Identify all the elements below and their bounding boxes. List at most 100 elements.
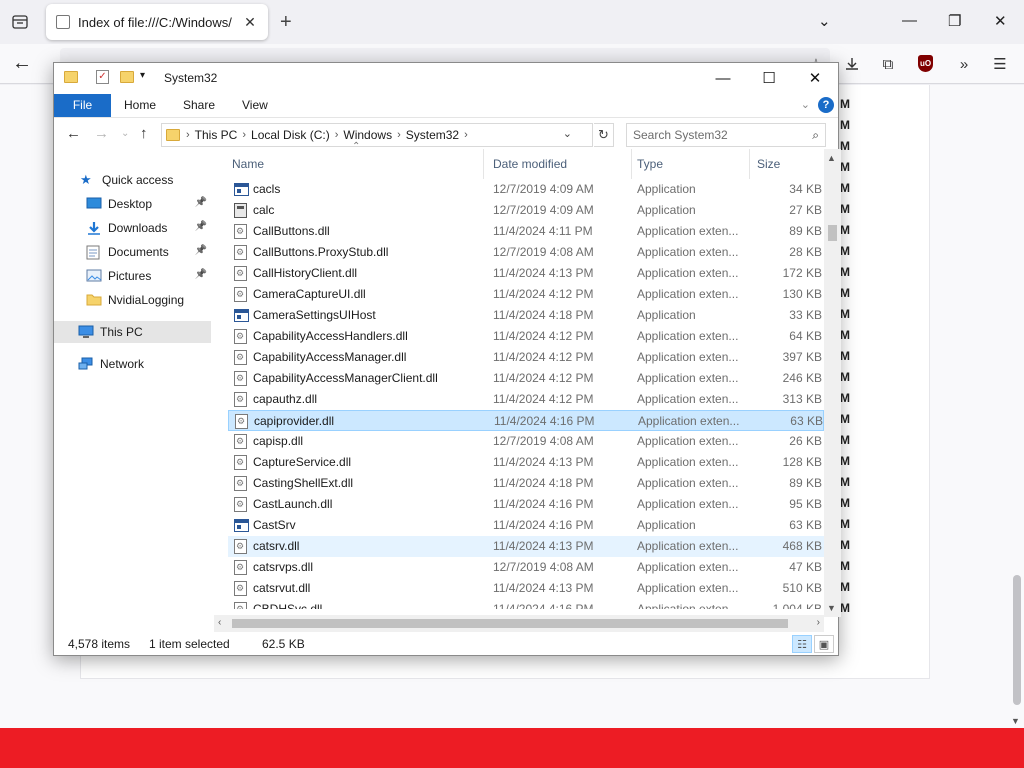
desktop-icon — [86, 197, 102, 211]
file-row[interactable]: CastLaunch.dll 11/4/2024 4:16 PM Applicati… — [228, 494, 824, 515]
list-all-tabs-button[interactable]: ⌄ — [818, 12, 831, 30]
file-row[interactable]: CapabilityAccessManagerClient.dll 11/4/20… — [228, 368, 824, 389]
large-icons-view-button[interactable]: ▣ — [814, 635, 834, 653]
file-date-modified: 11/4/2024 4:18 PM — [493, 308, 594, 322]
file-row[interactable]: CastSrv 11/4/2024 4:16 PM Application 63 KB — [228, 515, 824, 536]
scroll-right-arrow-icon[interactable]: › — [817, 617, 820, 628]
page-scrollbar-thumb[interactable] — [1013, 575, 1021, 705]
file-row[interactable]: catsrvut.dll 11/4/2024 4:13 PM Application… — [228, 578, 824, 599]
file-row[interactable]: CaptureService.dll 11/4/2024 4:13 PM Appli… — [228, 452, 824, 473]
file-row[interactable]: catsrv.dll 11/4/2024 4:13 PM Application e… — [228, 536, 824, 557]
file-date-modified: 11/4/2024 4:16 PM — [493, 497, 594, 511]
breadcrumb-this-pc[interactable]: This PC — [195, 128, 238, 142]
expand-ribbon-chevron-icon[interactable]: ⌄ — [801, 98, 810, 111]
up-button[interactable]: ↑ — [140, 125, 148, 142]
tab-share[interactable]: Share — [183, 94, 215, 117]
new-tab-button[interactable]: + — [280, 12, 292, 32]
column-type[interactable]: Type — [633, 149, 750, 179]
file-row[interactable]: capauthz.dll 11/4/2024 4:12 PM Application… — [228, 389, 824, 410]
column-date-modified[interactable]: Date modified — [489, 149, 632, 179]
tab-close-button[interactable]: ✕ — [242, 14, 258, 31]
vertical-scrollbar[interactable]: ▲ ▼ — [824, 149, 841, 617]
file-row[interactable]: catsrvps.dll 12/7/2019 4:08 AM Application… — [228, 557, 824, 578]
pin-icon[interactable]: 📌 — [195, 245, 207, 256]
forward-button[interactable]: → — [94, 125, 109, 142]
file-row[interactable]: CameraSettingsUIHost 11/4/2024 4:18 PM App… — [228, 305, 824, 326]
file-row[interactable]: CBDHSvc.dll 11/4/2024 4:16 PM Application … — [228, 599, 824, 609]
file-name: CaptureService.dll — [253, 455, 352, 469]
address-history-dropdown-icon[interactable]: ⌄ — [563, 127, 572, 140]
file-row[interactable]: CallButtons.dll 11/4/2024 4:11 PM Applicat… — [228, 221, 824, 242]
browser-close-button[interactable]: ✕ — [994, 12, 1007, 30]
file-row[interactable]: CallHistoryClient.dll 11/4/2024 4:13 PM Ap… — [228, 263, 824, 284]
horizontal-scrollbar[interactable]: ‹ › — [214, 615, 824, 632]
nav-quick-access[interactable]: ★ Quick access — [54, 169, 211, 191]
scroll-up-arrow-icon[interactable]: ▲ — [827, 153, 836, 163]
maximize-button[interactable]: ☐ — [746, 63, 792, 93]
file-row[interactable]: CapabilityAccessHandlers.dll 11/4/2024 4:… — [228, 326, 824, 347]
scroll-left-arrow-icon[interactable]: ‹ — [218, 617, 221, 628]
breadcrumb-windows[interactable]: Windows — [343, 128, 392, 142]
tab-file[interactable]: File — [54, 94, 111, 117]
nav-this-pc[interactable]: This PC — [54, 321, 211, 343]
ublock-origin-button[interactable]: uO — [918, 55, 933, 72]
file-date-modified: 12/7/2019 4:08 AM — [493, 434, 594, 448]
minimize-button[interactable]: — — [700, 63, 746, 93]
nav-network[interactable]: Network — [54, 353, 211, 375]
column-name[interactable]: Name — [228, 149, 484, 179]
tab-view[interactable]: View — [242, 94, 268, 117]
pin-icon[interactable]: 📌 — [195, 269, 207, 280]
explorer-title-bar[interactable]: ✓ ▾ System32 — ☐ ✕ — [54, 63, 838, 93]
file-row[interactable]: CallButtons.ProxyStub.dll 12/7/2019 4:08 … — [228, 242, 824, 263]
tab-list-button[interactable] — [8, 10, 32, 34]
documents-icon — [86, 245, 102, 260]
file-name: calc — [253, 203, 275, 217]
customize-toolbar-dropdown-icon[interactable]: ▾ — [140, 70, 145, 81]
file-type: Application exten... — [637, 476, 739, 490]
browser-tab[interactable]: Index of file:///C:/Windows/ ✕ — [46, 4, 268, 40]
more-tools-button[interactable]: » — [954, 54, 974, 74]
help-button[interactable]: ? — [818, 97, 834, 113]
recent-locations-button[interactable]: ⌄ — [121, 128, 129, 139]
file-size: 63 KB — [790, 414, 823, 428]
scroll-down-arrow-icon[interactable]: ▼ — [827, 603, 836, 613]
pin-icon[interactable]: 📌 — [195, 197, 207, 208]
vertical-scroll-thumb[interactable] — [828, 225, 837, 241]
file-row[interactable]: cacls 12/7/2019 4:09 AM Application 34 KB — [228, 179, 824, 200]
downloads-button[interactable] — [842, 54, 862, 74]
dll-file-icon — [234, 560, 247, 575]
scroll-down-arrow-icon[interactable]: ▼ — [1011, 716, 1020, 726]
file-row[interactable]: capiprovider.dll 11/4/2024 4:16 PM Applica… — [228, 410, 824, 431]
nav-item-downloads[interactable]: Downloads 📌 — [54, 217, 211, 239]
details-view-button[interactable]: ☷ — [792, 635, 812, 653]
browser-minimize-button[interactable]: — — [902, 12, 917, 29]
back-button[interactable]: ← — [66, 125, 81, 142]
file-row[interactable]: CastingShellExt.dll 11/4/2024 4:18 PM Appl… — [228, 473, 824, 494]
search-input[interactable]: Search System32 ⌕ — [626, 123, 826, 147]
nav-item-documents[interactable]: Documents 📌 — [54, 241, 211, 263]
file-row[interactable]: CameraCaptureUI.dll 11/4/2024 4:12 PM Appl… — [228, 284, 824, 305]
browser-restore-button[interactable]: ❐ — [948, 12, 961, 30]
pin-icon[interactable]: 📌 — [195, 221, 207, 232]
new-folder-icon[interactable] — [120, 71, 134, 83]
file-row[interactable]: calc 12/7/2019 4:09 AM Application 27 KB — [228, 200, 824, 221]
column-size[interactable]: Size — [753, 149, 824, 179]
nav-item-desktop[interactable]: Desktop 📌 — [54, 193, 211, 215]
address-bar[interactable]: › This PC › Local Disk (C:) › Windows › … — [161, 123, 593, 147]
tab-home[interactable]: Home — [124, 94, 156, 117]
file-row[interactable]: CapabilityAccessManager.dll 11/4/2024 4:1… — [228, 347, 824, 368]
file-name: CapabilityAccessManagerClient.dll — [253, 371, 438, 385]
page-scrollbar[interactable]: ▼ — [1010, 85, 1024, 728]
refresh-button[interactable]: ↻ — [594, 123, 614, 147]
nav-item-nvidialogging[interactable]: NvidiaLogging — [54, 289, 211, 311]
breadcrumb-system32[interactable]: System32 — [406, 128, 459, 142]
properties-check-icon[interactable]: ✓ — [96, 70, 109, 84]
app-menu-button[interactable]: ☰ — [990, 54, 1010, 74]
extensions-button[interactable]: ⧉ — [878, 54, 898, 74]
horizontal-scroll-thumb[interactable] — [232, 619, 788, 628]
nav-item-pictures[interactable]: Pictures 📌 — [54, 265, 211, 287]
close-button[interactable]: ✕ — [792, 63, 838, 93]
back-button[interactable]: ← — [12, 52, 32, 75]
file-row[interactable]: capisp.dll 12/7/2019 4:08 AM Application e… — [228, 431, 824, 452]
breadcrumb-local-disk[interactable]: Local Disk (C:) — [251, 128, 330, 142]
